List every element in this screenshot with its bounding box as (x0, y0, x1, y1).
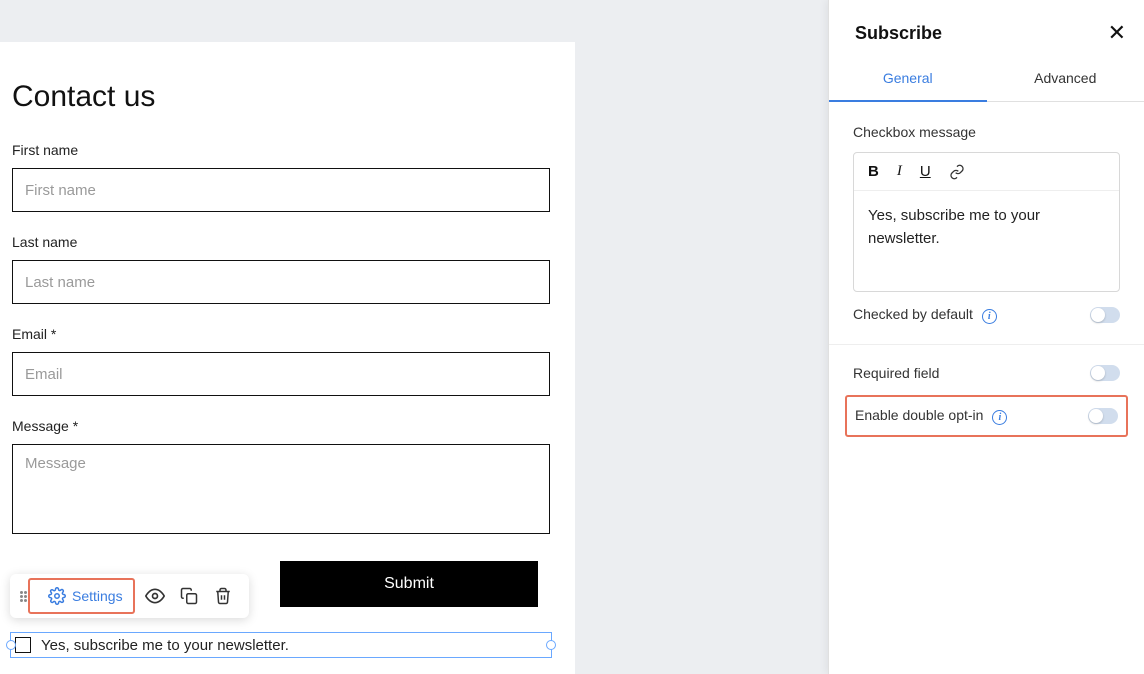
duplicate-button[interactable] (175, 582, 203, 610)
rte-toolbar: B I U (854, 153, 1119, 191)
label-email: Email * (12, 326, 563, 342)
field-message: Message * (12, 418, 563, 539)
submit-button[interactable]: Submit (280, 561, 538, 607)
underline-button[interactable]: U (920, 163, 931, 180)
copy-icon (180, 587, 198, 605)
settings-highlight: Settings (28, 578, 135, 614)
input-email[interactable] (12, 352, 550, 396)
panel-title: Subscribe (855, 23, 942, 44)
field-first-name: First name (12, 142, 563, 212)
panel-tabs: General Advanced (829, 56, 1144, 102)
field-email: Email * (12, 326, 563, 396)
subscribe-checkbox-element[interactable]: Yes, subscribe me to your newsletter. (10, 632, 552, 658)
required-field-label: Required field (853, 365, 939, 381)
element-toolbar: Settings (10, 574, 249, 618)
divider (829, 344, 1144, 345)
option-required-field: Required field (853, 351, 1120, 395)
checked-by-default-label: Checked by default (853, 306, 973, 322)
italic-button[interactable]: I (897, 163, 902, 180)
subscribe-label: Yes, subscribe me to your newsletter. (41, 637, 289, 654)
field-last-name: Last name (12, 234, 563, 304)
checkbox-icon (15, 637, 31, 653)
form-title: Contact us (12, 80, 563, 114)
preview-button[interactable] (141, 582, 169, 610)
bold-button[interactable]: B (868, 163, 879, 180)
close-button[interactable]: ✕ (1108, 20, 1126, 46)
close-icon: ✕ (1108, 20, 1126, 45)
link-button[interactable] (949, 164, 965, 180)
rich-text-editor: B I U Yes, subscribe me to your newslett… (853, 152, 1120, 292)
rte-content[interactable]: Yes, subscribe me to your newsletter. (854, 191, 1119, 291)
toggle-enable-double-optin[interactable] (1088, 408, 1118, 424)
canvas-area: Contact us First name Last name Email * … (0, 0, 828, 674)
settings-button[interactable]: Settings (40, 582, 131, 610)
settings-label: Settings (72, 588, 123, 604)
toggle-checked-by-default[interactable] (1090, 307, 1120, 323)
info-icon[interactable]: i (992, 410, 1007, 425)
delete-button[interactable] (209, 582, 237, 610)
info-icon[interactable]: i (982, 309, 997, 324)
label-first-name: First name (12, 142, 563, 158)
link-icon (949, 164, 965, 180)
input-first-name[interactable] (12, 168, 550, 212)
option-checked-by-default: Checked by default i (853, 292, 1120, 338)
label-message: Message * (12, 418, 563, 434)
input-message[interactable] (12, 444, 550, 534)
tab-general[interactable]: General (829, 56, 987, 102)
checkbox-message-label: Checkbox message (853, 124, 1120, 140)
toggle-required-field[interactable] (1090, 365, 1120, 381)
enable-double-optin-label: Enable double opt-in (855, 407, 983, 423)
trash-icon (214, 587, 232, 605)
input-last-name[interactable] (12, 260, 550, 304)
eye-icon (145, 586, 165, 606)
settings-panel: Subscribe ✕ General Advanced Checkbox me… (828, 0, 1144, 674)
label-last-name: Last name (12, 234, 563, 250)
gear-icon (48, 587, 66, 605)
option-enable-double-optin: Enable double opt-in i (845, 395, 1128, 437)
drag-handle-icon[interactable] (18, 591, 28, 602)
tab-advanced[interactable]: Advanced (987, 56, 1144, 101)
